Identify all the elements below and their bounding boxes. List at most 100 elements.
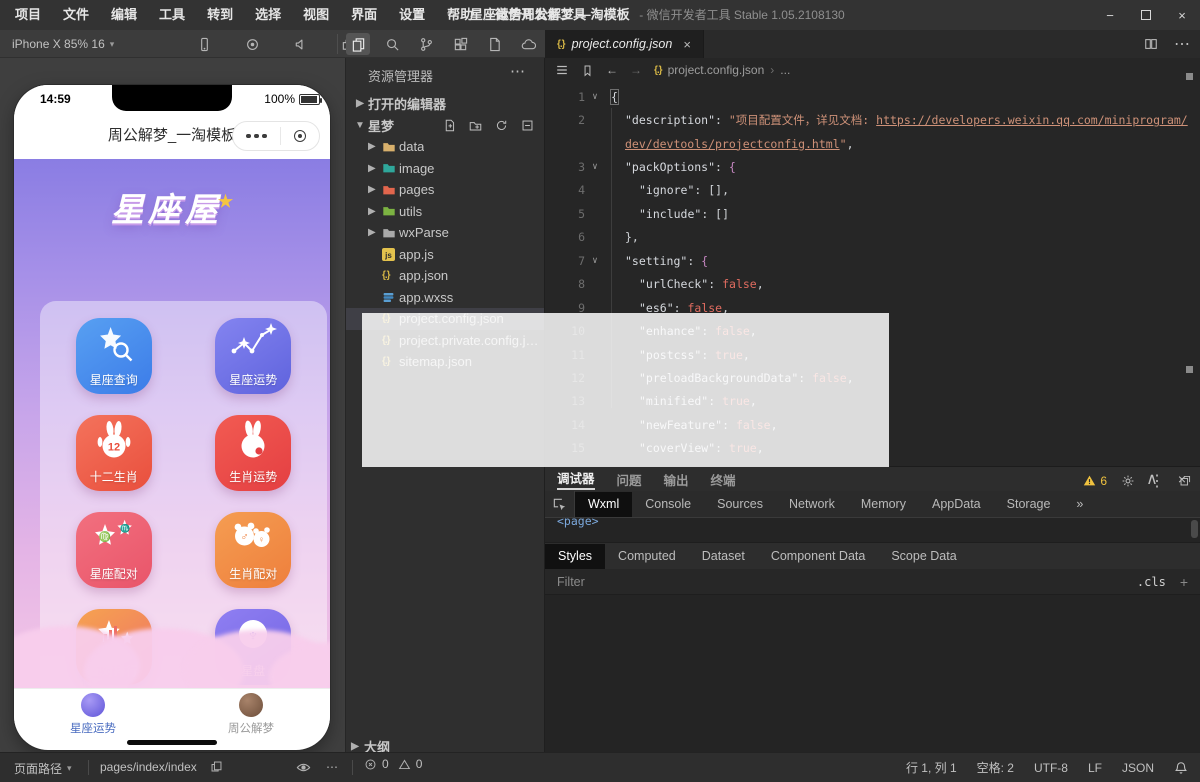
devtools-tab-storage[interactable]: Storage — [994, 492, 1064, 517]
tree-item-folder[interactable]: ▶pages — [346, 179, 544, 201]
tree-item-folder[interactable]: ▶utils — [346, 201, 544, 223]
devtools-tab-wxml[interactable]: Wxml — [575, 492, 632, 517]
styles-tab[interactable]: Styles — [545, 544, 605, 569]
more-menu-icon[interactable] — [246, 134, 267, 139]
collapse-all-icon[interactable] — [521, 119, 534, 132]
exit-circle-icon[interactable] — [294, 130, 306, 142]
git-panel-icon[interactable] — [414, 33, 438, 55]
device-selector[interactable]: iPhone X 85% 16 ▾ — [12, 30, 114, 58]
problems-indicator[interactable]: 0 0 — [364, 757, 422, 771]
new-folder-icon[interactable] — [469, 119, 482, 132]
panel-tab-调试器[interactable]: 调试器 — [557, 468, 595, 490]
new-file-icon[interactable] — [443, 119, 456, 132]
fold-chevron-icon[interactable]: ∨ — [585, 256, 605, 266]
menu-item[interactable]: 设置 — [388, 0, 436, 30]
menu-item[interactable]: 界面 — [340, 0, 388, 30]
tab-project-config[interactable]: {.} project.config.json × — [545, 30, 704, 58]
kebab-menu-icon[interactable]: ⋮ — [1149, 471, 1165, 491]
forward-icon[interactable]: → — [630, 63, 642, 77]
more-tabs-icon[interactable]: » — [1063, 492, 1096, 517]
back-icon[interactable]: ← — [606, 63, 618, 77]
language-mode[interactable]: JSON — [1122, 761, 1154, 775]
fold-chevron-icon[interactable]: ∨ — [585, 92, 605, 102]
npm-panel-icon[interactable] — [482, 33, 506, 55]
tree-item-wxss[interactable]: app.wxss — [346, 287, 544, 309]
error-circle-icon — [364, 758, 377, 771]
page-path-value[interactable]: pages/index/index — [100, 760, 197, 774]
element-node[interactable]: <page> — [557, 514, 599, 528]
menu-item[interactable]: 选择 — [244, 0, 292, 30]
toggle-class-button[interactable]: .cls — [1137, 575, 1166, 589]
close-button[interactable]: × — [1164, 0, 1200, 30]
extensions-panel-icon[interactable] — [448, 33, 472, 55]
search-panel-icon[interactable] — [380, 33, 404, 55]
devtools-tab-memory[interactable]: Memory — [848, 492, 919, 517]
menu-item[interactable]: 转到 — [196, 0, 244, 30]
tree-item-json[interactable]: {.}app.json — [346, 265, 544, 287]
styles-tab[interactable]: Scope Data — [878, 544, 969, 569]
styles-tab[interactable]: Component Data — [758, 544, 879, 569]
project-root-section[interactable]: ▼ 星梦 — [346, 114, 544, 136]
encoding[interactable]: UTF-8 — [1034, 761, 1068, 775]
devtools-tab-console[interactable]: Console — [632, 492, 704, 517]
menu-item[interactable]: 项目 — [4, 0, 52, 30]
close-tab-icon[interactable]: × — [683, 37, 691, 52]
record-icon[interactable] — [240, 33, 264, 55]
tree-item-js[interactable]: jsapp.js — [346, 244, 544, 266]
menu-item[interactable]: 文件 — [52, 0, 100, 30]
cloud-panel-icon[interactable] — [516, 33, 540, 55]
devtools-tab-appdata[interactable]: AppData — [919, 492, 994, 517]
fold-chevron-icon[interactable]: ∨ — [585, 162, 605, 172]
capsule-divider — [280, 127, 281, 145]
refresh-icon[interactable] — [495, 119, 508, 132]
warning-badge[interactable]: 6 — [1083, 474, 1107, 488]
copy-path-icon[interactable] — [210, 760, 223, 773]
devtools-tab-sources[interactable]: Sources — [704, 492, 776, 517]
notifications-bell-icon[interactable] — [1174, 761, 1188, 775]
tree-item-folder[interactable]: ▶image — [346, 158, 544, 180]
breadcrumb[interactable]: {.} project.config.json › ... — [654, 63, 790, 77]
elements-tree[interactable]: <page> — [545, 518, 1200, 542]
undock-icon[interactable] — [1179, 474, 1192, 487]
styles-tab[interactable]: Computed — [605, 544, 689, 569]
settings-gear-icon[interactable] — [1121, 474, 1135, 488]
add-class-button[interactable]: + — [1180, 574, 1188, 590]
elements-scrollbar[interactable] — [1191, 520, 1198, 538]
app-icon-star-search[interactable]: 星座查询 — [76, 318, 152, 394]
eye-icon[interactable] — [296, 760, 311, 775]
split-editor-icon[interactable] — [1144, 37, 1158, 51]
phone-tab[interactable]: 周公解梦 — [172, 689, 330, 740]
phone-icon[interactable] — [192, 33, 216, 55]
styles-tab[interactable]: Dataset — [689, 544, 758, 569]
app-icon-animal-pair[interactable]: ♂♀生肖配对 — [215, 512, 291, 588]
bookmark-icon[interactable] — [581, 64, 594, 77]
more-actions-icon[interactable]: ⋯ — [1174, 34, 1190, 54]
minimize-button[interactable]: − — [1092, 0, 1128, 30]
maximize-button[interactable] — [1128, 0, 1164, 30]
app-icon-rabbit-badge[interactable]: 12十二生肖 — [76, 415, 152, 491]
devtools-tab-network[interactable]: Network — [776, 492, 848, 517]
list-icon[interactable] — [555, 63, 569, 77]
panel-tab-问题[interactable]: 问题 — [617, 470, 642, 489]
explorer-more-icon[interactable]: ⋯ — [510, 62, 526, 80]
app-icon-rabbit[interactable]: 生肖运势 — [215, 415, 291, 491]
menu-item[interactable]: 编辑 — [100, 0, 148, 30]
panel-tab-输出[interactable]: 输出 — [664, 470, 689, 489]
page-path-selector[interactable]: 页面路径 ▾ — [14, 760, 72, 777]
app-icon-constellation[interactable]: 星座运势 — [215, 318, 291, 394]
audio-icon[interactable] — [288, 33, 312, 55]
menu-item[interactable]: 视图 — [292, 0, 340, 30]
explorer-panel-icon[interactable] — [346, 33, 370, 55]
tree-item-folder[interactable]: ▶wxParse — [346, 222, 544, 244]
menu-item[interactable]: 工具 — [148, 0, 196, 30]
tree-item-folder[interactable]: ▶data — [346, 136, 544, 158]
open-editors-section[interactable]: ▶ 打开的编辑器 — [346, 92, 544, 114]
cursor-position[interactable]: 行 1, 列 1 — [906, 759, 957, 776]
app-icon-star-pair[interactable]: ♍♏星座配对 — [76, 512, 152, 588]
panel-tab-终端[interactable]: 终端 — [711, 470, 736, 489]
eol[interactable]: LF — [1088, 761, 1102, 775]
more-options-icon[interactable]: ⋯ — [326, 760, 338, 774]
phone-tab[interactable]: 星座运势 — [14, 689, 172, 740]
indent-setting[interactable]: 空格: 2 — [977, 759, 1014, 776]
filter-input[interactable]: Filter — [557, 575, 585, 589]
